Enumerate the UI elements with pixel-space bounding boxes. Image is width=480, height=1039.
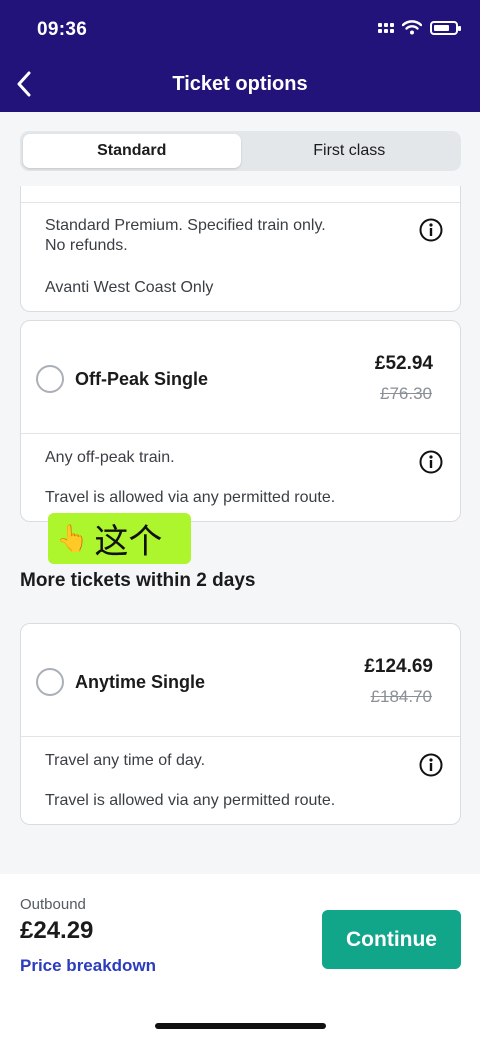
ticket-price: £52.94 — [374, 353, 433, 374]
battery-icon — [430, 20, 461, 35]
ticket-name: Anytime Single — [75, 672, 206, 692]
checkout-footer: Outbound £24.29 Price breakdown Continue — [0, 874, 480, 1039]
status-icons — [378, 20, 461, 35]
ticket-old-price: £184.70 — [370, 687, 432, 706]
ticket-description: No refunds. — [45, 237, 128, 254]
ticket-old-price: £76.30 — [380, 384, 432, 403]
ticket-restriction: Avanti West Coast Only — [45, 279, 214, 296]
info-icon[interactable] — [418, 449, 444, 475]
ticket-description: Standard Premium. Specified train only. — [45, 217, 326, 234]
info-icon[interactable] — [418, 217, 444, 243]
class-segmented-control: Standard First class — [20, 131, 461, 171]
info-icon[interactable] — [418, 752, 444, 778]
ticket-route: Travel is allowed via any permitted rout… — [45, 489, 336, 506]
signal-icon — [378, 22, 394, 33]
total-price: £24.29 — [20, 917, 94, 944]
ticket-description: Travel any time of day. — [45, 752, 206, 769]
header-bar: 09:36 Ticket options — [0, 0, 480, 112]
ticket-card-off-peak-single[interactable]: Off-Peak Single £52.94 £76.30 Any off-pe… — [20, 320, 461, 522]
tab-standard[interactable]: Standard — [23, 134, 241, 168]
ticket-radio[interactable] — [36, 365, 64, 393]
section-title: More tickets within 2 days — [20, 570, 256, 591]
annotation-text: 这个 — [94, 522, 163, 562]
page-title: Ticket options — [172, 73, 308, 95]
status-time: 09:36 — [37, 19, 88, 40]
ticket-name: Off-Peak Single — [75, 369, 209, 389]
wifi-icon — [402, 20, 422, 35]
ticket-card-anytime-single[interactable]: Anytime Single £124.69 £184.70 Travel an… — [20, 623, 461, 825]
ticket-description: Any off-peak train. — [45, 449, 175, 466]
pointing-hand-icon: 👆 — [56, 523, 89, 553]
annotation-label: 👆 这个 — [48, 513, 191, 564]
ticket-price: £124.69 — [364, 656, 433, 677]
price-breakdown-link[interactable]: Price breakdown — [20, 956, 156, 976]
ticket-route: Travel is allowed via any permitted rout… — [45, 792, 336, 809]
ticket-radio[interactable] — [36, 668, 64, 696]
ticket-card-standard-premium: Standard Premium. Specified train only. … — [20, 186, 461, 312]
tab-first-class[interactable]: First class — [241, 134, 459, 168]
continue-button[interactable]: Continue — [322, 910, 461, 969]
home-indicator — [155, 1023, 326, 1029]
outbound-label: Outbound — [20, 896, 86, 913]
